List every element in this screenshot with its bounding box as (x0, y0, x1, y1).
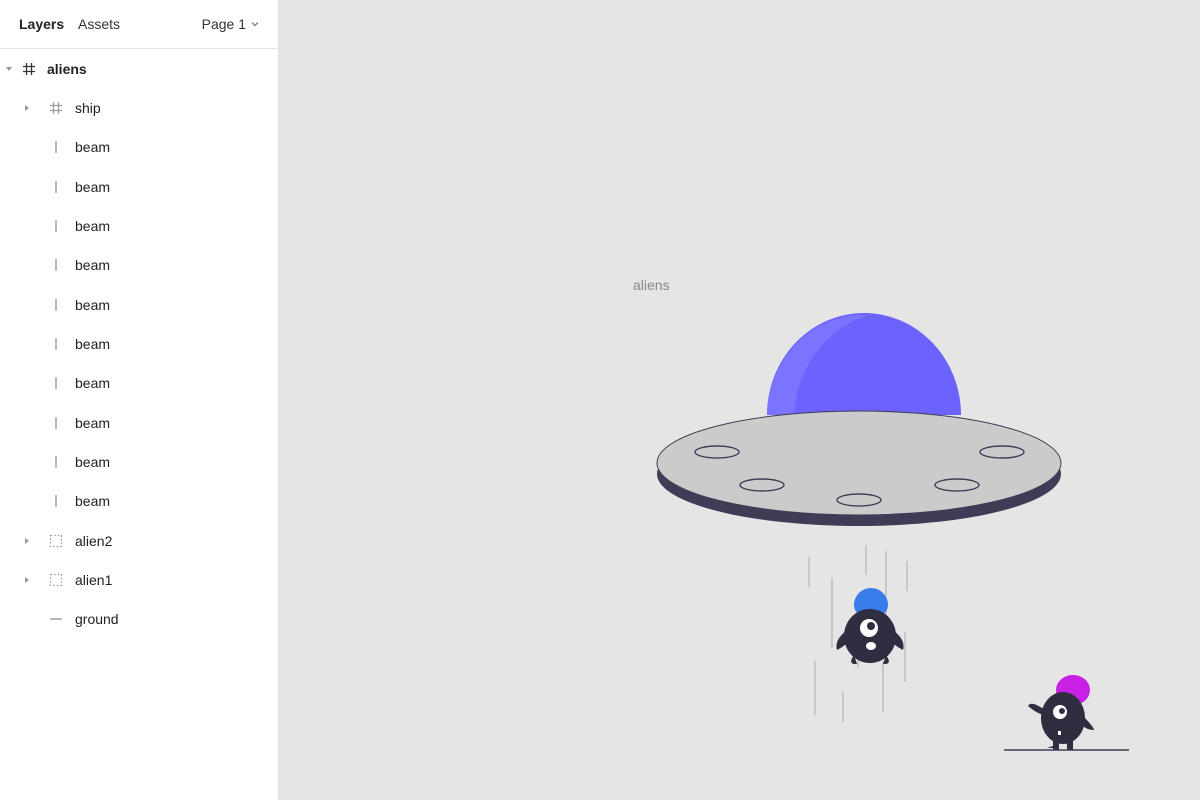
chevron-down-icon (250, 19, 260, 29)
layer-label: beam (75, 257, 111, 274)
panel-header: Layers Assets Page 1 (0, 0, 278, 49)
line-vertical-icon (49, 416, 63, 430)
line-vertical-icon (49, 258, 63, 272)
caret-right-icon[interactable] (22, 575, 32, 585)
caret-down-icon[interactable] (4, 64, 14, 74)
page-selector-value: Page 1 (201, 16, 246, 32)
layer-row-beam[interactable]: beam (0, 246, 278, 285)
layer-row-aliens[interactable]: aliens (0, 49, 278, 88)
alien1[interactable] (836, 588, 904, 665)
layer-row-beam[interactable]: beam (0, 167, 278, 206)
line-vertical-icon (49, 298, 63, 312)
layer-label: ground (75, 611, 119, 628)
line-vertical-icon (49, 219, 63, 233)
caret-right-icon[interactable] (22, 103, 32, 113)
group-dashed-icon (49, 534, 63, 548)
line-vertical-icon (49, 455, 63, 469)
layers-panel: Layers Assets Page 1 aliens ship beam beam b… (0, 0, 279, 800)
layer-row-beam[interactable]: beam (0, 443, 278, 482)
layer-label: beam (75, 375, 111, 392)
tab-layers[interactable]: Layers (19, 16, 64, 32)
line-vertical-icon (49, 337, 63, 351)
layer-row-beam[interactable]: beam (0, 206, 278, 245)
group-dashed-icon (49, 573, 63, 587)
layer-label: beam (75, 178, 111, 195)
line-horizontal-icon (49, 612, 63, 626)
layer-row-alien1[interactable]: alien1 (0, 561, 278, 600)
ship-saucer (656, 410, 1062, 516)
layer-row-beam[interactable]: beam (0, 324, 278, 363)
page-selector[interactable]: Page 1 (202, 16, 260, 32)
alien2[interactable] (1028, 675, 1094, 750)
layer-label: beam (75, 296, 111, 313)
layer-label: beam (75, 139, 111, 156)
layer-label: ship (75, 99, 101, 116)
aliens-frame-artwork[interactable] (279, 0, 1200, 800)
layer-row-beam[interactable]: beam (0, 128, 278, 167)
ship[interactable] (656, 313, 1062, 526)
layer-row-alien2[interactable]: alien2 (0, 521, 278, 560)
layer-label: aliens (47, 60, 87, 77)
layer-label: beam (75, 217, 111, 234)
tab-assets[interactable]: Assets (78, 16, 120, 32)
caret-right-icon[interactable] (22, 536, 32, 546)
layer-label: beam (75, 335, 111, 352)
frame-hash-icon (22, 62, 36, 76)
frame-hash-icon (49, 101, 63, 115)
line-vertical-icon (49, 180, 63, 194)
layer-row-ground[interactable]: ground (0, 600, 278, 639)
design-canvas[interactable]: aliens (279, 0, 1200, 800)
layer-label: alien2 (75, 532, 113, 549)
layer-label: beam (75, 454, 111, 470)
line-vertical-icon (49, 494, 63, 508)
layer-row-ship[interactable]: ship (0, 88, 278, 127)
layer-row-beam[interactable]: beam (0, 364, 278, 403)
layer-row-beam[interactable]: beam (0, 285, 278, 324)
line-vertical-icon (49, 140, 63, 154)
layer-row-beam[interactable]: beam (0, 403, 278, 442)
layer-label: beam (75, 493, 111, 510)
layer-label: beam (75, 414, 111, 431)
layer-label: alien1 (75, 572, 113, 589)
layer-row-beam[interactable]: beam (0, 482, 278, 521)
line-vertical-icon (49, 376, 63, 390)
